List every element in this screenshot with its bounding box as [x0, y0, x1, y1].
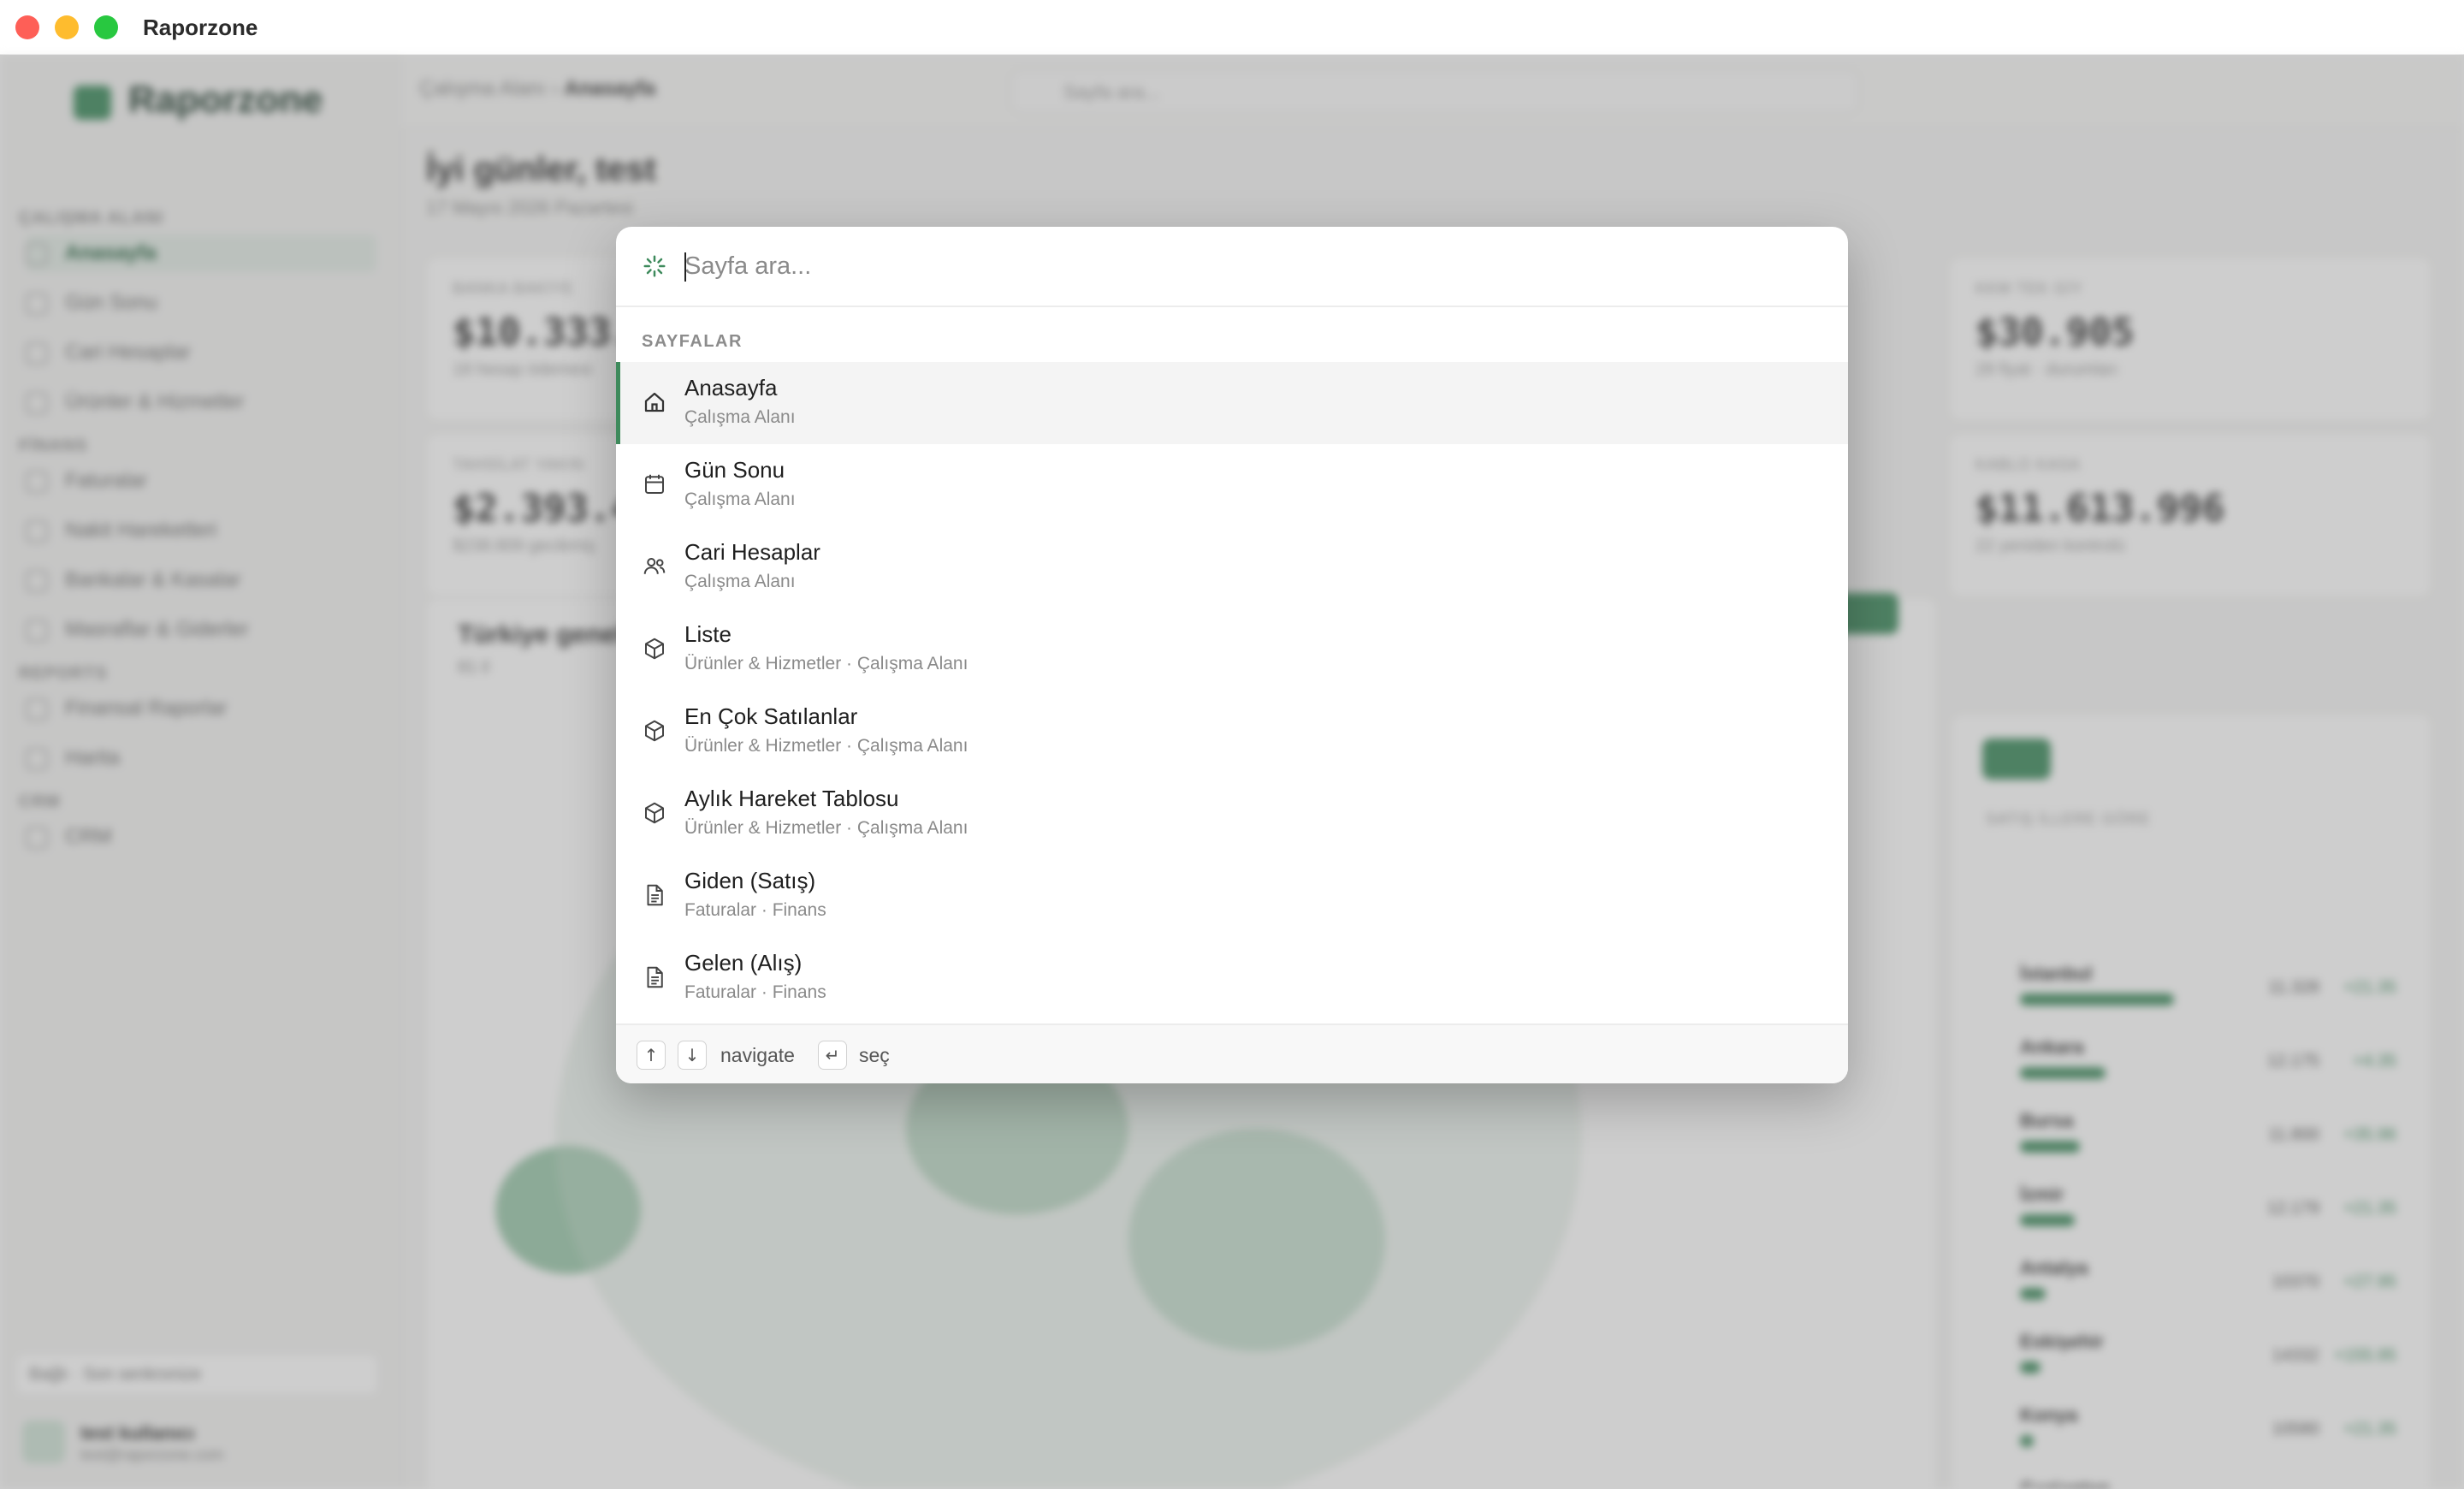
palette-item-subtitle: Çalışma Alanı — [684, 489, 796, 509]
command-palette: SAYFALAR Anasayfa Çalışma Alanı Gün Sonu Ça… — [616, 227, 1848, 1083]
palette-footer: ↑ ↓ navigate ↵ seç — [616, 1023, 1848, 1083]
palette-item-subtitle: Ürünler & Hizmetler · Çalışma Alanı — [684, 736, 968, 756]
palette-item-subtitle: Çalışma Alanı — [684, 407, 796, 427]
box-icon — [645, 802, 664, 824]
palette-item-title: Gelen (Alış) — [684, 950, 803, 976]
minimize-window-button[interactable] — [55, 15, 79, 39]
calendar-icon — [645, 474, 664, 494]
palette-item-title: En Çok Satılanlar — [684, 703, 858, 729]
home-icon — [644, 392, 665, 412]
palette-search-input[interactable] — [684, 244, 1797, 288]
palette-item[interactable]: Gelen (Alış) Faturalar · Finans — [616, 937, 1848, 1019]
text-caret — [684, 252, 686, 282]
palette-item-subtitle: Çalışma Alanı — [684, 572, 796, 591]
box-icon — [645, 720, 664, 742]
palette-item[interactable]: Anasayfa Çalışma Alanı — [616, 362, 1848, 444]
palette-item[interactable]: En Çok Satılanlar Ürünler & Hizmetler · Ç… — [616, 691, 1848, 773]
maximize-window-button[interactable] — [94, 15, 118, 39]
palette-item-title: Gün Sonu — [684, 457, 785, 483]
palette-item-title: Giden (Satış) — [684, 868, 816, 893]
window-title: Raporzone — [143, 15, 258, 40]
palette-item[interactable]: Aylık Hareket Tablosu Ürünler & Hizmetler… — [616, 773, 1848, 855]
palette-item[interactable]: Cari Hesaplar Çalışma Alanı — [616, 526, 1848, 608]
palette-item-title: Aylık Hareket Tablosu — [684, 786, 899, 811]
palette-item-subtitle: Faturalar · Finans — [684, 982, 826, 1002]
arrow-up-key-icon: ↑ — [637, 1041, 666, 1070]
palette-section-label: SAYFALAR — [642, 332, 743, 351]
palette-item-title: Liste — [684, 621, 732, 647]
palette-item-subtitle: Ürünler & Hizmetler · Çalışma Alanı — [684, 654, 968, 673]
palette-item-subtitle: Faturalar · Finans — [684, 900, 826, 920]
palette-item-subtitle: Ürünler & Hizmetler · Çalışma Alanı — [684, 818, 968, 838]
window-titlebar: Raporzone — [0, 0, 2464, 55]
enter-key-icon: ↵ — [818, 1041, 847, 1070]
palette-search-bar — [616, 227, 1848, 307]
navigate-hint: navigate — [720, 1044, 795, 1066]
select-hint: seç — [859, 1044, 890, 1066]
palette-results: Anasayfa Çalışma Alanı Gün Sonu Çalışma Ala… — [616, 362, 1848, 1019]
arrow-down-key-icon: ↓ — [678, 1041, 707, 1070]
box-icon — [645, 638, 664, 660]
users-icon — [643, 558, 666, 574]
palette-item-title: Anasayfa — [684, 375, 778, 400]
palette-item-title: Cari Hesaplar — [684, 539, 820, 565]
document-icon — [647, 884, 663, 906]
document-icon — [647, 966, 663, 988]
palette-item[interactable]: Gün Sonu Çalışma Alanı — [616, 444, 1848, 526]
palette-item[interactable]: Giden (Satış) Faturalar · Finans — [616, 855, 1848, 937]
palette-item[interactable]: Liste Ürünler & Hizmetler · Çalışma Alanı — [616, 608, 1848, 691]
close-window-button[interactable] — [15, 15, 39, 39]
loading-spinner-icon — [643, 255, 666, 277]
